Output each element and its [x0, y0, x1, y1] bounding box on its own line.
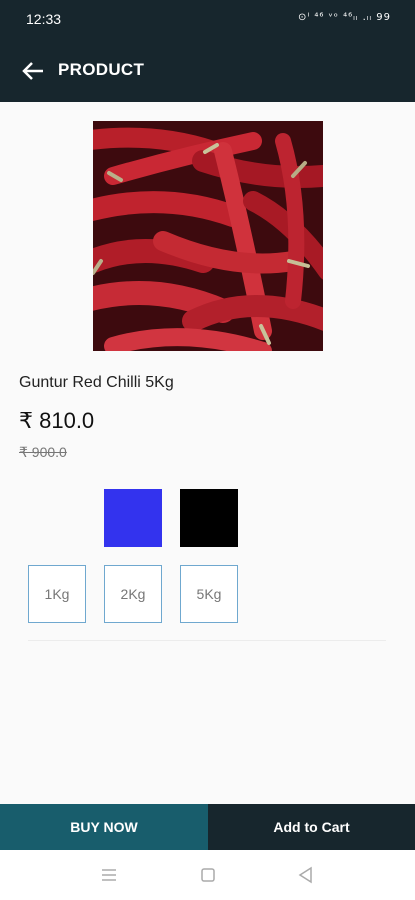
app-bar: PRODUCT [0, 38, 415, 102]
nav-home-button[interactable] [196, 863, 220, 887]
system-nav-bar [0, 850, 415, 900]
back-button[interactable] [18, 56, 48, 86]
product-old-price: ₹ 900.0 [19, 444, 67, 460]
menu-icon [102, 869, 116, 881]
add-to-cart-button[interactable]: Add to Cart [208, 804, 415, 850]
size-option-5kg[interactable]: 5Kg [180, 565, 238, 623]
product-name: Guntur Red Chilli 5Kg [19, 374, 174, 391]
home-square-icon [201, 868, 215, 882]
bottom-action-bar: BUY NOW Add to Cart [0, 804, 415, 850]
status-time: 12:33 [26, 11, 62, 27]
color-swatch-black[interactable] [180, 489, 238, 547]
nav-menu-button[interactable] [97, 863, 121, 887]
back-triangle-icon [298, 866, 312, 884]
arrow-left-icon [22, 62, 43, 80]
page-title: PRODUCT [58, 60, 145, 79]
color-swatch-blue[interactable] [104, 489, 162, 547]
product-content: Guntur Red Chilli 5Kg ₹ 810.0 ₹ 900.0 1K… [0, 102, 415, 804]
product-image [93, 121, 323, 351]
divider [28, 640, 386, 641]
status-bar: 12:33 ⊙ᴵ ⁴⁶ ᵛᵒ ⁴⁶ₗₗ .ₗₗ 99 [0, 0, 415, 38]
buy-now-button[interactable]: BUY NOW [0, 804, 208, 850]
status-icons: ⊙ᴵ ⁴⁶ ᵛᵒ ⁴⁶ₗₗ .ₗₗ 99 [297, 12, 391, 23]
size-option-1kg[interactable]: 1Kg [28, 565, 86, 623]
size-option-2kg[interactable]: 2Kg [104, 565, 162, 623]
product-price: ₹ 810.0 [19, 408, 95, 433]
nav-back-button[interactable] [294, 863, 318, 887]
